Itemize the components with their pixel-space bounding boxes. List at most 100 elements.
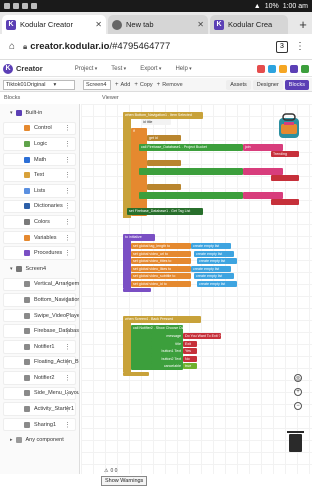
- compare-block[interactable]: [147, 160, 181, 166]
- more-options-icon[interactable]: ⋮: [64, 421, 71, 429]
- menu-test[interactable]: Test: [111, 66, 126, 72]
- blocks-button[interactable]: Blocks: [284, 79, 309, 90]
- new-tab-button[interactable]: +: [294, 15, 312, 34]
- assets-button[interactable]: Assets: [226, 79, 251, 90]
- create-list-block[interactable]: create empty list: [197, 258, 237, 264]
- zoom-in-icon[interactable]: +: [294, 388, 302, 396]
- text-block[interactable]: [271, 199, 299, 205]
- screen-select[interactable]: Screen4: [83, 79, 111, 90]
- sidebar-item-builtin[interactable]: Logic ⋮: [3, 137, 76, 151]
- text-block[interactable]: Trending: [271, 151, 299, 157]
- join-block[interactable]: join: [243, 144, 283, 151]
- more-menu-icon[interactable]: ⋮: [292, 41, 308, 52]
- more-options-icon[interactable]: ⋮: [64, 327, 71, 335]
- more-options-icon[interactable]: ⋮: [64, 218, 71, 226]
- close-tab-icon[interactable]: ✕: [95, 20, 102, 29]
- more-options-icon[interactable]: ⋮: [64, 358, 71, 366]
- call-block[interactable]: call Firebase_Database1 . Project Bucket: [139, 144, 243, 151]
- join-block[interactable]: [243, 192, 283, 199]
- sidebar-item-component[interactable]: Sharing1 ⋮: [3, 417, 76, 432]
- more-options-icon[interactable]: ⋮: [64, 140, 71, 148]
- app-shortcut-icon[interactable]: [257, 64, 265, 73]
- set-variable-block[interactable]: set global tag_length to: [131, 243, 191, 249]
- sidebar-item-builtin[interactable]: Text ⋮: [3, 168, 76, 182]
- screen-header[interactable]: ▾ Screen4: [3, 262, 76, 276]
- builtin-header[interactable]: ▾ Built-in: [3, 106, 76, 120]
- sidebar-item-builtin[interactable]: Math ⋮: [3, 152, 76, 167]
- url-field[interactable]: creator.kodular.io/#4795464777: [30, 41, 272, 52]
- set-variable-block[interactable]: set global video_subtitle to: [131, 273, 191, 279]
- text-block[interactable]: [271, 175, 299, 181]
- app-shortcut-icon[interactable]: [268, 64, 276, 73]
- create-list-block[interactable]: create empty list: [197, 280, 237, 287]
- recenter-icon[interactable]: ◎: [294, 374, 302, 382]
- show-warnings-button[interactable]: Show Warnings: [101, 476, 148, 486]
- home-icon[interactable]: ⌂: [4, 41, 20, 52]
- create-list-block[interactable]: create empty list: [191, 243, 231, 249]
- call-block[interactable]: [139, 192, 243, 199]
- sidebar-item-component[interactable]: Notifier2 ⋮: [3, 371, 76, 385]
- blocks-workspace[interactable]: when Bottom_Navigation1 . Item Selected …: [81, 104, 312, 474]
- sidebar-item-component[interactable]: Swipe_VideoPlayer1 ⋮: [3, 308, 79, 323]
- more-options-icon[interactable]: ⋮: [64, 124, 71, 132]
- backpack-icon[interactable]: [276, 112, 302, 140]
- more-options-icon[interactable]: ⋮: [64, 156, 71, 164]
- tab-switcher-button[interactable]: 3: [276, 40, 288, 53]
- more-options-icon[interactable]: ⋮: [64, 171, 71, 179]
- dialog-arg-value[interactable]: Yes: [183, 348, 197, 354]
- lock-icon[interactable]: 🔒︎: [23, 42, 27, 52]
- dialog-arg-value[interactable]: No: [183, 355, 197, 362]
- browser-tab[interactable]: K Kodular Crea: [210, 15, 288, 34]
- more-options-icon[interactable]: ⋮: [64, 249, 71, 257]
- more-options-icon[interactable]: ⋮: [64, 296, 71, 304]
- sidebar-item-component[interactable]: Notifier1 ⋮: [3, 339, 76, 354]
- set-variable-block[interactable]: set global video_likes to: [131, 265, 191, 272]
- set-block[interactable]: set Firebase_Database1 . Get Tag List: [127, 208, 203, 215]
- set-variable-block[interactable]: set global video_id to: [131, 280, 191, 287]
- sidebar-item-builtin[interactable]: Lists ⋮: [3, 183, 76, 198]
- dialog-arg-value[interactable]: true: [183, 363, 197, 369]
- app-shortcut-icon[interactable]: [290, 64, 298, 73]
- dialog-arg-value[interactable]: Do You Want To Exit ?: [183, 333, 221, 339]
- more-options-icon[interactable]: ⋮: [64, 343, 71, 351]
- trash-icon[interactable]: [287, 431, 304, 452]
- browser-tab[interactable]: New tab ✕: [108, 15, 208, 34]
- sidebar-item-builtin[interactable]: Colors ⋮: [3, 215, 76, 229]
- remove-button[interactable]: Remove: [157, 82, 182, 88]
- menu-help[interactable]: Help: [175, 66, 191, 72]
- more-options-icon[interactable]: ⋮: [64, 187, 71, 195]
- app-shortcut-icon[interactable]: [301, 64, 309, 73]
- sidebar-item-component[interactable]: Activity_Starter1 ⋮: [3, 402, 76, 416]
- sidebar-item-builtin[interactable]: Variables ⋮: [3, 230, 76, 245]
- create-list-block[interactable]: create empty list: [191, 265, 231, 272]
- sidebar-item-component[interactable]: Side_Menu_Layout1 ⋮: [3, 386, 79, 401]
- browser-tab[interactable]: K Kodular Creator ✕: [2, 15, 106, 34]
- more-options-icon[interactable]: ⋮: [64, 202, 71, 210]
- set-variable-block[interactable]: set global video_url to: [131, 250, 191, 257]
- app-shortcut-icon[interactable]: [279, 64, 287, 73]
- zoom-out-icon[interactable]: −: [294, 402, 302, 410]
- call-block[interactable]: [139, 168, 243, 175]
- sidebar-item-component[interactable]: Bottom_Navigation1 ⋮: [3, 293, 79, 307]
- more-options-icon[interactable]: ⋮: [64, 389, 71, 397]
- set-variable-block[interactable]: set global video_titles to: [131, 258, 191, 264]
- sidebar-item-component[interactable]: Firebase_Database1 ⋮: [3, 324, 79, 338]
- compare-block[interactable]: [147, 184, 181, 190]
- copy-button[interactable]: Copy: [134, 82, 153, 88]
- more-options-icon[interactable]: ⋮: [64, 280, 71, 288]
- event-block[interactable]: when Screen4 . Back Pressed: [123, 316, 201, 323]
- sidebar-item-component[interactable]: Floating_Action_But...⋮: [3, 355, 79, 370]
- menu-project[interactable]: Project: [75, 66, 98, 72]
- close-tab-icon[interactable]: ✕: [197, 20, 204, 29]
- create-list-block[interactable]: create empty list: [194, 250, 234, 257]
- menu-export[interactable]: Export: [140, 66, 161, 72]
- create-list-block[interactable]: create empty list: [194, 273, 234, 279]
- sidebar-item-component[interactable]: Vertical_Arrangeme...⋮: [3, 277, 79, 292]
- more-options-icon[interactable]: ⋮: [64, 374, 71, 382]
- event-block[interactable]: when Bottom_Navigation1 . Item Selected: [123, 112, 203, 119]
- designer-button[interactable]: Designer: [252, 79, 283, 90]
- sidebar-item-builtin[interactable]: Control ⋮: [3, 121, 76, 136]
- sidebar-item-builtin[interactable]: Procedures ⋮: [3, 246, 76, 260]
- compare-block[interactable]: get id: [147, 135, 181, 141]
- add-button[interactable]: Add: [115, 82, 131, 88]
